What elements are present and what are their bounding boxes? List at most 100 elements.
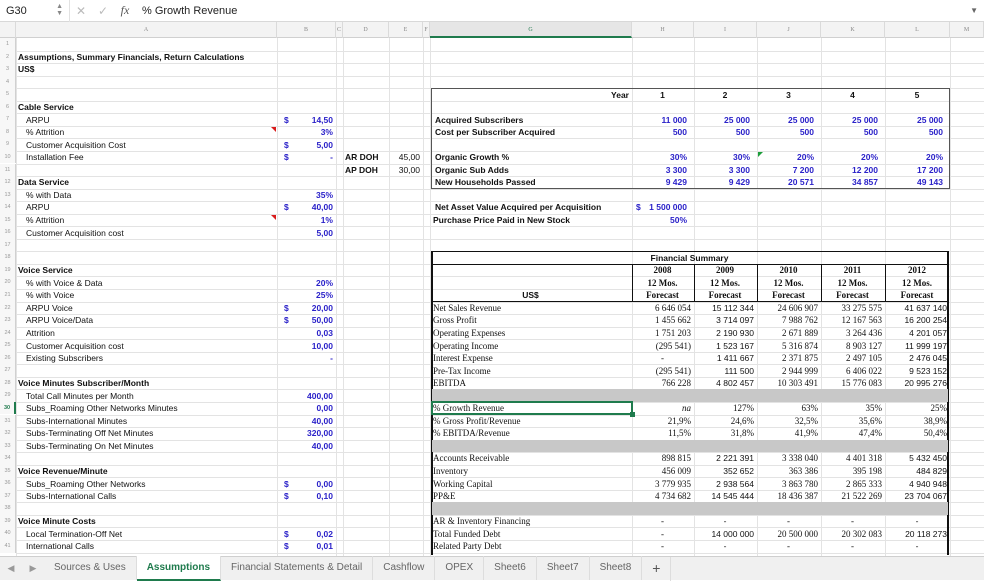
row-header-18[interactable]: 18 [0, 251, 16, 264]
summary-value[interactable]: 3 264 436 [823, 327, 882, 339]
row-header-33[interactable]: 33 [0, 439, 16, 453]
summary-value[interactable]: 12 167 563 [823, 314, 883, 326]
summary-value[interactable]: 2 190 930 [696, 327, 754, 339]
sheet-tab-cashflow[interactable]: Cashflow [373, 556, 436, 580]
summary-row-label[interactable]: Total Funded Debt [432, 528, 629, 540]
acquisition-value[interactable]: 49 143 [887, 176, 947, 188]
purchase-value[interactable]: 50% [634, 214, 691, 226]
assumption-value[interactable]: 10,00 [279, 340, 333, 352]
summary-value[interactable]: - [887, 515, 947, 527]
doh-value[interactable]: 30,00 [391, 164, 420, 176]
summary-value[interactable]: 456 009 [634, 465, 691, 477]
summary-value[interactable]: 3 863 780 [759, 478, 818, 490]
summary-value[interactable]: 363 386 [759, 465, 818, 477]
summary-value[interactable]: 6 406 022 [823, 365, 882, 377]
row-header-36[interactable]: 36 [0, 477, 16, 490]
summary-value[interactable]: - [887, 540, 947, 552]
acquisition-value[interactable]: 500 [696, 126, 754, 138]
row-header-10[interactable]: 10 [0, 150, 16, 164]
summary-value[interactable]: na [634, 402, 691, 414]
row-header-7[interactable]: 7 [0, 113, 16, 126]
summary-value[interactable]: 8 903 127 [823, 340, 882, 352]
summary-value[interactable]: 14 545 444 [696, 490, 754, 502]
summary-value[interactable]: 2 221 391 [696, 452, 754, 464]
assumption-value[interactable]: 0,00 [279, 402, 333, 414]
summary-row-label[interactable]: Pre-Tax Income [432, 365, 629, 377]
assumption-value[interactable]: 40,00 [279, 201, 333, 213]
acquisition-value[interactable]: 20 571 [759, 176, 818, 188]
column-header-b[interactable]: B [277, 22, 336, 38]
acquisition-value[interactable]: 25 000 [887, 114, 947, 126]
cell-reference[interactable]: G30 [6, 5, 27, 17]
summary-value[interactable]: - [759, 540, 818, 552]
row-header-26[interactable]: 26 [0, 351, 16, 365]
assumption-value[interactable]: 400,00 [279, 390, 333, 402]
row-header-12[interactable]: 12 [0, 176, 16, 189]
summary-value[interactable]: 35,6% [823, 415, 882, 427]
summary-value[interactable]: - [696, 515, 754, 527]
summary-value[interactable]: 21,9% [634, 415, 691, 427]
comment-indicator[interactable] [758, 151, 763, 157]
row-header-22[interactable]: 22 [0, 301, 16, 315]
summary-value[interactable]: 2 671 889 [759, 327, 818, 339]
assumption-value[interactable]: 20% [279, 277, 333, 289]
summary-value[interactable]: 18 436 387 [759, 490, 819, 502]
acquisition-value[interactable]: 11 000 [634, 114, 691, 126]
summary-value[interactable]: 352 652 [696, 465, 754, 477]
summary-value[interactable]: 23 704 067 [887, 490, 947, 502]
summary-value[interactable]: 41,9% [759, 427, 818, 439]
summary-value[interactable]: 25% [887, 402, 948, 414]
summary-value[interactable]: 5 316 874 [759, 340, 818, 352]
summary-value[interactable]: 9 523 152 [887, 365, 947, 377]
summary-value[interactable]: 47,4% [823, 427, 882, 439]
summary-value[interactable]: 3 779 935 [634, 478, 691, 490]
summary-value[interactable]: 35% [823, 402, 883, 414]
column-header-f[interactable]: F [423, 22, 430, 38]
row-header-4[interactable]: 4 [0, 75, 16, 89]
assumption-value[interactable]: 5,00 [279, 139, 333, 151]
acquisition-value[interactable]: 20% [823, 151, 882, 163]
assumption-value[interactable]: 35% [279, 189, 333, 201]
acquisition-value[interactable]: 9 429 [634, 176, 691, 188]
assumption-value[interactable]: 0,10 [279, 490, 333, 502]
summary-value[interactable]: 2 476 045 [887, 352, 947, 364]
summary-value[interactable]: 20 500 000 [759, 528, 819, 540]
row-header-6[interactable]: 6 [0, 100, 16, 114]
spreadsheet-grid[interactable]: 1 2 3 4 5 6 7 8 9 10 11 12 13 14 15 16 17 18 19 20 21 22 23 24 2… [0, 38, 984, 556]
comment-indicator[interactable] [271, 214, 276, 220]
summary-value[interactable]: 4 401 318 [823, 452, 882, 464]
assumption-value[interactable]: 0,02 [279, 528, 333, 540]
assumption-value[interactable]: - [279, 352, 333, 364]
summary-value[interactable]: - [634, 515, 691, 527]
acquisition-value[interactable]: 20% [887, 151, 947, 163]
summary-value[interactable]: 2 944 999 [759, 365, 818, 377]
row-header-9[interactable]: 9 [0, 138, 16, 151]
column-header-e[interactable]: E [389, 22, 423, 38]
row-header-24[interactable]: 24 [0, 326, 16, 340]
summary-value[interactable]: 766 228 [634, 377, 691, 389]
column-header-i[interactable]: I [694, 22, 757, 38]
row-header-29[interactable]: 29 [0, 389, 16, 402]
row-header-16[interactable]: 16 [0, 226, 16, 239]
assumption-value[interactable]: 50,00 [279, 314, 333, 326]
row-header-13[interactable]: 13 [0, 188, 16, 202]
row-header-11[interactable]: 11 [0, 163, 16, 177]
select-all-corner[interactable] [0, 22, 16, 38]
summary-value[interactable]: 898 815 [634, 452, 691, 464]
row-header-28[interactable]: 28 [0, 376, 16, 390]
summary-value[interactable]: 20 118 273 [887, 528, 947, 540]
summary-value[interactable]: 38,9% [887, 415, 947, 427]
summary-value[interactable]: 111 500 [696, 365, 754, 377]
comment-indicator[interactable] [271, 126, 276, 132]
summary-row-label[interactable]: PP&E [432, 490, 629, 502]
row-header-37[interactable]: 37 [0, 489, 16, 503]
summary-value[interactable]: 2 938 564 [696, 478, 754, 490]
summary-value[interactable]: - [823, 515, 882, 527]
row-header-2[interactable]: 2 [0, 50, 16, 64]
acquisition-value[interactable]: 30% [696, 151, 754, 163]
summary-row-label[interactable]: Related Party Debt [432, 540, 629, 552]
row-header-17[interactable]: 17 [0, 238, 16, 252]
row-header-35[interactable]: 35 [0, 464, 16, 478]
summary-row-label[interactable]: Gross Profit [432, 314, 629, 326]
summary-value[interactable]: 15 112 344 [696, 302, 754, 314]
